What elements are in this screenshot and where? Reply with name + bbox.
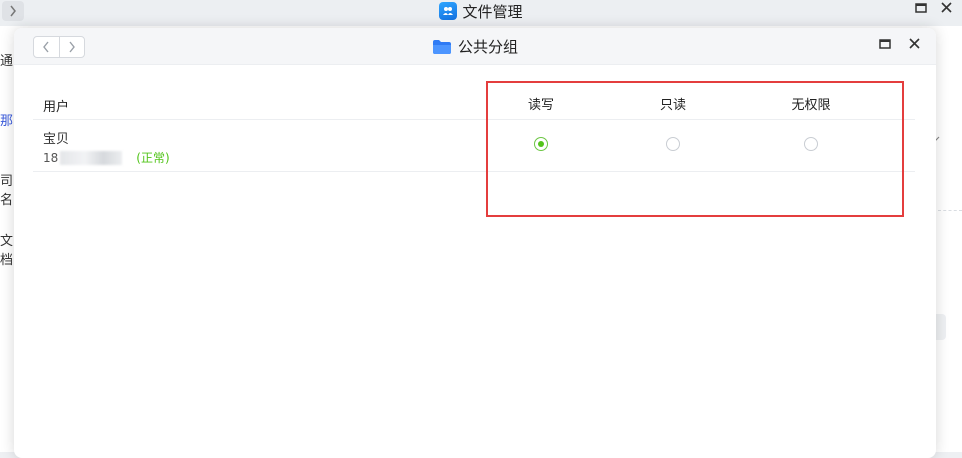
parent-window-title: 文件管理 <box>462 2 523 21</box>
redacted-phone <box>60 150 123 165</box>
column-header-user: 用户 <box>43 100 70 115</box>
user-phone-prefix: 18 <box>43 150 59 165</box>
parent-title-group: 文件管理 <box>0 0 962 22</box>
parent-sidebar-fragment: 通 <box>0 54 14 69</box>
dialog-header: 公共分组 <box>14 28 936 65</box>
parent-sidebar-fragment-active: 那 <box>0 114 14 129</box>
user-status-badge: (正常) <box>136 151 170 165</box>
annotation-highlight-box <box>486 81 904 217</box>
maximize-icon[interactable] <box>915 2 927 13</box>
parent-sidebar-fragment: 司名 <box>0 174 14 208</box>
dialog-title-group: 公共分组 <box>14 28 936 65</box>
parent-window-controls <box>915 2 952 13</box>
divider <box>938 210 962 211</box>
dialog-title: 公共分组 <box>457 38 518 56</box>
folder-icon <box>432 39 451 54</box>
maximize-icon[interactable] <box>879 38 891 49</box>
dialog-window-controls <box>879 38 920 49</box>
close-icon[interactable] <box>909 38 920 49</box>
close-icon[interactable] <box>941 2 952 13</box>
user-detail: 18 (正常) <box>43 149 170 166</box>
file-manager-app-icon <box>439 2 458 20</box>
parent-titlebar: 文件管理 <box>0 0 962 26</box>
user-name: 宝贝 <box>43 132 70 147</box>
parent-sidebar-fragment: 文档 <box>0 234 14 268</box>
